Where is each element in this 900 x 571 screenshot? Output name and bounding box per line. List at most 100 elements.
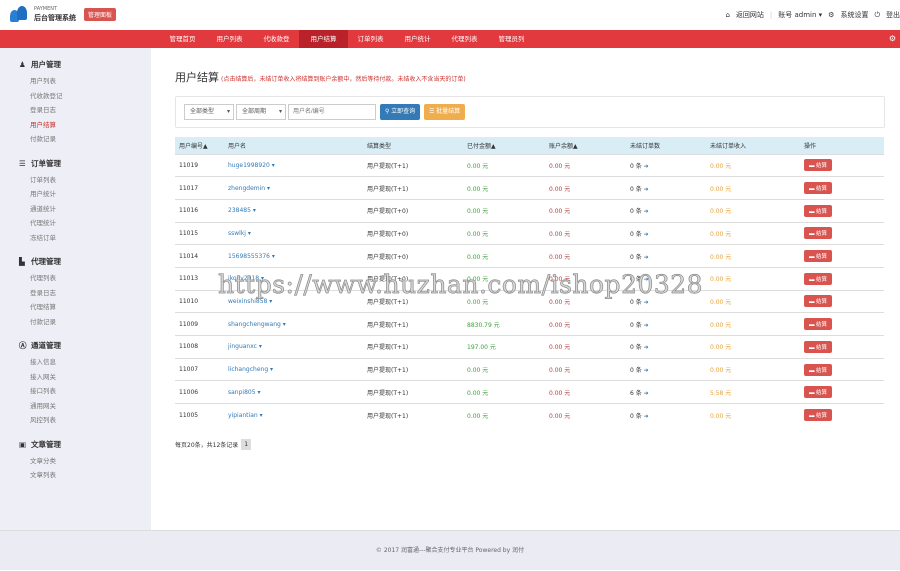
- arrow-right-icon[interactable]: ➜: [644, 413, 649, 420]
- settle-button[interactable]: ▬ 结算: [804, 318, 833, 331]
- unsettled-count: 0 条 ➜: [626, 266, 706, 291]
- period-select[interactable]: 全部周期: [236, 104, 286, 120]
- batch-settle-button[interactable]: ☰ 批量结算: [424, 104, 466, 120]
- sidebar-item[interactable]: 代收款登记: [0, 89, 151, 104]
- arrow-right-icon[interactable]: ➜: [644, 390, 649, 397]
- sidebar-item[interactable]: 付款记录: [0, 132, 151, 147]
- search-input[interactable]: [288, 104, 376, 120]
- arrow-right-icon[interactable]: ➜: [644, 299, 649, 306]
- settle-button[interactable]: ▬ 结算: [804, 340, 833, 353]
- sidebar-group-title[interactable]: ☰ 订单管理: [0, 155, 151, 173]
- sidebar-item[interactable]: 付款记录: [0, 315, 151, 330]
- page-1-button[interactable]: 1: [241, 439, 252, 451]
- settle-button[interactable]: ▬ 结算: [804, 204, 833, 217]
- username-dropdown[interactable]: weixinshi858 ▾: [224, 289, 363, 313]
- unsettled-income: 0.00 元: [706, 335, 800, 359]
- sidebar-item[interactable]: 代理结算: [0, 300, 151, 315]
- sidebar-item[interactable]: 通道统计: [0, 202, 151, 217]
- arrow-right-icon[interactable]: ➜: [644, 344, 649, 351]
- sidebar-item[interactable]: 登录日志: [0, 286, 151, 301]
- arrow-right-icon[interactable]: ➜: [644, 276, 649, 283]
- sidebar-item[interactable]: 接入网关: [0, 370, 151, 385]
- username-dropdown[interactable]: 15698555376 ▾: [224, 244, 363, 268]
- settle-button[interactable]: ▬ 结算: [804, 250, 833, 263]
- nav-tab-2[interactable]: 代收款登记: [252, 30, 301, 61]
- nav-tab-7[interactable]: 管理员列表: [487, 30, 536, 61]
- settle-button[interactable]: ▬ 结算: [804, 182, 833, 195]
- logo-subtitle: PAYMENT: [34, 6, 58, 12]
- arrow-right-icon[interactable]: ➜: [644, 367, 649, 374]
- sidebar-item[interactable]: 通用网关: [0, 399, 151, 414]
- sidebar-item[interactable]: 代理列表: [0, 271, 151, 286]
- sidebar-item[interactable]: 用户统计: [0, 187, 151, 202]
- sidebar-item[interactable]: 用户列表: [0, 74, 151, 89]
- logo[interactable]: PAYMENT 后台管理系统: [10, 5, 76, 23]
- sidebar-item[interactable]: 风控列表: [0, 413, 151, 428]
- sidebar-item[interactable]: 文章列表: [0, 468, 151, 483]
- sidebar-item[interactable]: 接入信息: [0, 355, 151, 370]
- username-dropdown[interactable]: sswlkj ▾: [224, 221, 363, 245]
- username-dropdown[interactable]: 238485 ▾: [224, 198, 363, 223]
- username-dropdown[interactable]: jinguanxc ▾: [224, 335, 363, 359]
- settle-button[interactable]: ▬ 结算: [804, 386, 833, 399]
- paid-amount: 197.00 元: [463, 335, 545, 359]
- username-dropdown[interactable]: yipiantian ▾: [224, 403, 363, 427]
- sidebar-item[interactable]: 接口列表: [0, 384, 151, 399]
- account-menu[interactable]: 账号 admin ▾: [778, 10, 822, 20]
- username-dropdown[interactable]: zhengdemin ▾: [224, 176, 363, 200]
- arrow-right-icon[interactable]: ➜: [644, 231, 649, 238]
- arrow-right-icon[interactable]: ➜: [644, 163, 649, 170]
- nav-tab-0[interactable]: 管理首页: [158, 30, 207, 48]
- type-select[interactable]: 全部类型: [184, 104, 234, 120]
- arrow-right-icon[interactable]: ➜: [644, 254, 649, 261]
- nav-tab-5[interactable]: 用户统计: [393, 30, 442, 48]
- unsettled-count: 0 条 ➜: [626, 244, 706, 268]
- username-dropdown[interactable]: shangchengwang ▾: [224, 312, 363, 336]
- user-id: 11007: [175, 357, 224, 381]
- sidebar-group-title[interactable]: Ⓐ 通道管理: [0, 337, 151, 355]
- column-header: 用户名: [224, 137, 363, 154]
- username-dropdown[interactable]: jkoey2018 ▾: [224, 266, 363, 291]
- column-header[interactable]: 账户余额▲: [545, 137, 626, 154]
- balance: 0.00 元: [545, 221, 626, 245]
- settle-button[interactable]: ▬ 结算: [804, 363, 833, 376]
- nav-tab-3[interactable]: 用户结算: [299, 30, 348, 48]
- balance: 0.00 元: [545, 244, 626, 268]
- arrow-right-icon[interactable]: ➜: [644, 186, 649, 193]
- sidebar-item[interactable]: 冻结订单: [0, 231, 151, 246]
- logout-link[interactable]: 登出: [886, 10, 900, 20]
- user-id: 11009: [175, 312, 224, 336]
- back-to-site-link[interactable]: 返回网站: [736, 10, 764, 20]
- unsettled-income: 0.00 元: [706, 244, 800, 268]
- settle-type: 用户提现(T+0): [363, 244, 463, 268]
- arrow-right-icon[interactable]: ➜: [644, 208, 649, 215]
- system-settings-link[interactable]: 系统设置: [840, 10, 868, 20]
- sidebar-group-title[interactable]: ▙ 代理管理: [0, 253, 151, 271]
- gear-icon[interactable]: ⚙: [889, 34, 896, 43]
- sidebar-item[interactable]: 代理统计: [0, 216, 151, 231]
- username-dropdown[interactable]: sanpi805 ▾: [224, 380, 363, 404]
- settle-button[interactable]: ▬ 结算: [804, 272, 833, 285]
- search-button[interactable]: ⚲ 立即查询: [380, 104, 421, 120]
- nav-tab-6[interactable]: 代理列表: [440, 30, 489, 48]
- settle-button[interactable]: ▬ 结算: [804, 227, 833, 240]
- arrow-right-icon[interactable]: ➜: [644, 322, 649, 329]
- sidebar-item[interactable]: 订单列表: [0, 173, 151, 188]
- sidebar-item[interactable]: 用户结算: [0, 118, 151, 133]
- sidebar-item[interactable]: 文章分类: [0, 454, 151, 469]
- table-row: 11017 zhengdemin ▾ 用户提现(T+1) 0.00 元 0.00…: [175, 176, 884, 200]
- username-dropdown[interactable]: lichangcheng ▾: [224, 357, 363, 381]
- sidebar-item[interactable]: 登录日志: [0, 103, 151, 118]
- username-dropdown[interactable]: huge1998920 ▾: [224, 153, 363, 177]
- user-id: 11016: [175, 198, 224, 223]
- settle-button[interactable]: ▬ 结算: [804, 295, 833, 308]
- settle-button[interactable]: ▬ 结算: [804, 159, 833, 172]
- settle-button[interactable]: ▬ 结算: [804, 409, 833, 422]
- sidebar-group-title[interactable]: ▣ 文章管理: [0, 436, 151, 454]
- unsettled-count: 0 条 ➜: [626, 357, 706, 381]
- sidebar-group-title[interactable]: ♟ 用户管理: [0, 56, 151, 74]
- nav-tab-1[interactable]: 用户列表: [205, 30, 254, 48]
- column-header[interactable]: 已付金额▲: [463, 137, 545, 154]
- nav-tab-4[interactable]: 订单列表: [346, 30, 395, 48]
- column-header[interactable]: 用户编号▲: [175, 137, 224, 154]
